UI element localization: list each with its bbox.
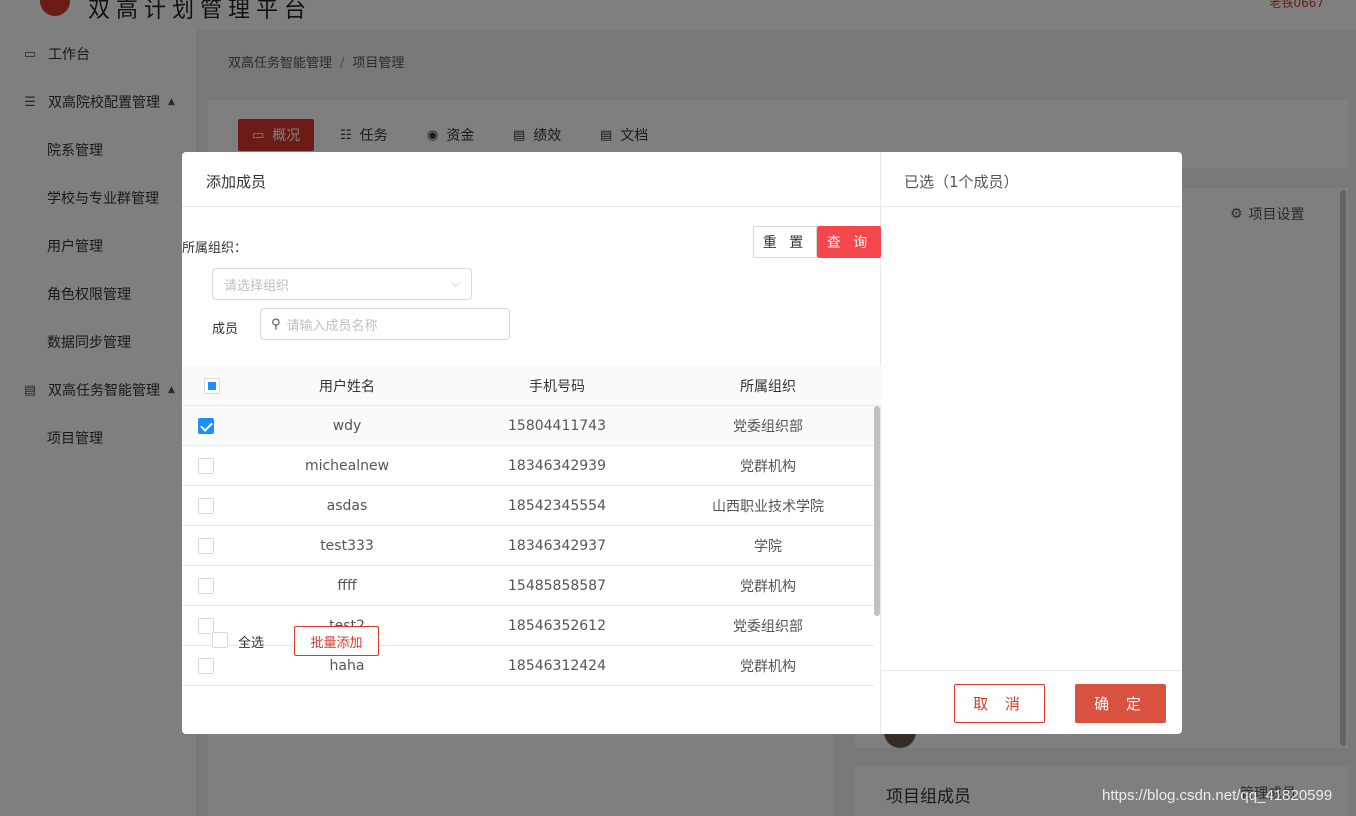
selected-title: 已选（1个成员）: [904, 173, 1019, 191]
org-select[interactable]: 请选择组织 ⌵: [212, 268, 472, 300]
table-row[interactable]: asdas 18542345554 山西职业技术学院: [182, 486, 874, 526]
cell-phone: 18346342939: [508, 458, 606, 474]
select-all-label: 全选: [238, 636, 265, 651]
cell-name: test333: [320, 538, 374, 554]
chevron-down-icon: ⌵: [450, 276, 460, 290]
cell-org: 党群机构: [740, 459, 796, 475]
confirm-button[interactable]: 确 定: [1075, 684, 1166, 723]
column-header-org: 所属组织: [740, 379, 796, 395]
member-label: 成员: [212, 322, 239, 337]
row-checkbox[interactable]: [198, 578, 214, 594]
table-row[interactable]: haha 18546312424 党群机构: [182, 646, 874, 686]
cell-org: 党群机构: [740, 659, 796, 675]
reset-button[interactable]: 重 置: [753, 226, 817, 258]
column-header-phone: 手机号码: [529, 379, 585, 395]
cell-phone: 18346342937: [508, 538, 606, 554]
query-button[interactable]: 查 询: [817, 226, 881, 258]
cell-name: michealnew: [304, 458, 390, 474]
table-header: 用户姓名 手机号码 所属组织: [182, 366, 881, 406]
table-row[interactable]: ffff 15485858587 党群机构: [182, 566, 874, 606]
add-member-modal: 添加成员 所属组织： 重 置 查 询 请选择组织 ⌵ 成员 ⚲ 请输入成员名称 …: [182, 152, 1182, 734]
cell-phone: 18542345554: [508, 498, 606, 514]
cancel-button[interactable]: 取 消: [954, 684, 1045, 723]
cell-phone: 18546312424: [508, 658, 606, 674]
row-checkbox[interactable]: [198, 538, 214, 554]
bulk-action-bar: 全选 批量添加: [182, 608, 874, 656]
divider: [182, 206, 881, 207]
watermark: https://blog.csdn.net/qq_41820599: [1102, 787, 1333, 804]
member-search-input[interactable]: ⚲ 请输入成员名称: [260, 308, 510, 340]
member-table-body: wdy 15804411743 党委组织部 michealnew 1834634…: [182, 406, 874, 698]
org-label: 所属组织：: [182, 241, 248, 256]
table-row[interactable]: michealnew 18346342939 党群机构: [182, 446, 874, 486]
modal-title: 添加成员: [206, 173, 267, 191]
member-search-panel: 添加成员 所属组织： 重 置 查 询 请选择组织 ⌵ 成员 ⚲ 请输入成员名称 …: [182, 152, 881, 734]
member-search-placeholder: 请输入成员名称: [286, 318, 378, 334]
bulk-add-button[interactable]: 批量添加: [294, 626, 379, 656]
table-row[interactable]: test333 18346342937 学院: [182, 526, 874, 566]
divider: [881, 670, 1182, 671]
cell-name: ffff: [337, 578, 357, 594]
table-row[interactable]: wdy 15804411743 党委组织部: [182, 406, 874, 446]
select-all-checkbox[interactable]: [212, 632, 228, 648]
header-checkbox[interactable]: [204, 378, 220, 394]
divider: [881, 206, 1182, 207]
search-icon: ⚲: [271, 316, 281, 332]
row-checkbox[interactable]: [198, 498, 214, 514]
cell-org: 学院: [754, 539, 782, 555]
cell-name: wdy: [332, 418, 362, 434]
row-checkbox[interactable]: [198, 458, 214, 474]
org-select-placeholder: 请选择组织: [224, 278, 290, 294]
cell-org: 山西职业技术学院: [712, 499, 824, 515]
cell-phone: 15485858587: [508, 578, 606, 594]
cell-phone: 15804411743: [508, 418, 606, 434]
row-checkbox[interactable]: [198, 418, 214, 434]
cell-org: 党群机构: [740, 579, 796, 595]
selected-members-panel: 已选（1个成员） 取 消 确 定: [881, 152, 1182, 734]
column-header-name: 用户姓名: [319, 379, 375, 395]
cell-org: 党委组织部: [733, 419, 803, 435]
cell-name: asdas: [326, 498, 368, 514]
row-checkbox[interactable]: [198, 658, 214, 674]
table-scrollbar[interactable]: [874, 406, 880, 616]
